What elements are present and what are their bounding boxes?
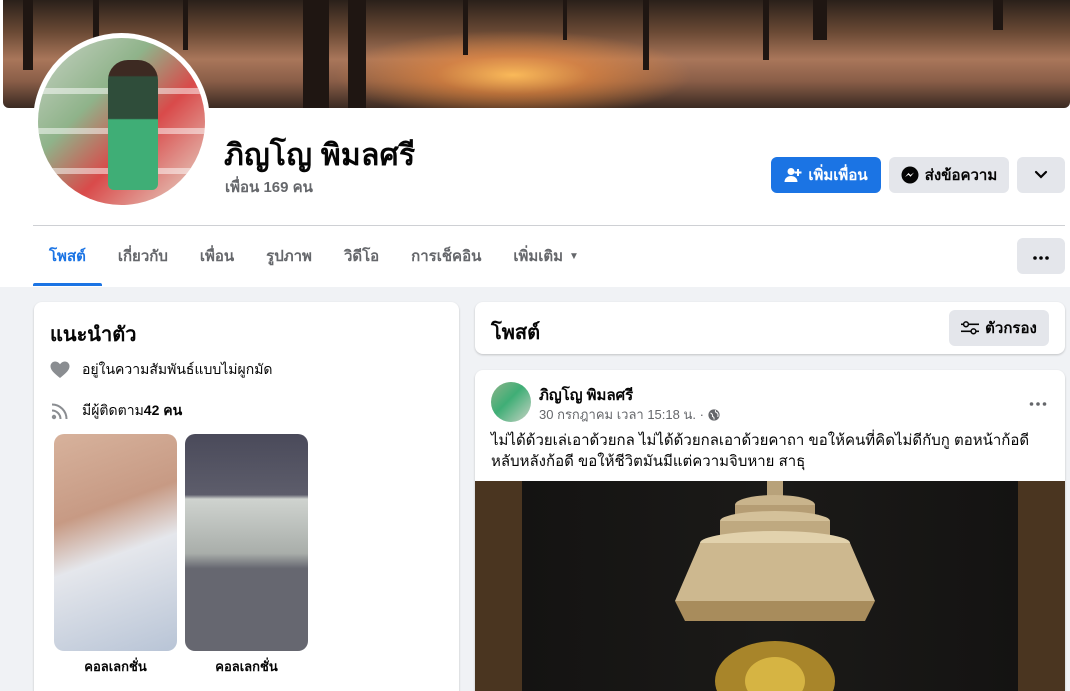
tab-friends[interactable]: เพื่อน [184,226,250,286]
relationship-status: อยู่ในความสัมพันธ์แบบไม่ผูกมัด [82,361,273,377]
post-image[interactable] [475,481,1065,691]
post-author-avatar[interactable] [491,382,531,422]
featured-collection-2[interactable] [185,434,308,651]
filter-button[interactable]: ตัวกรอง [949,310,1049,346]
message-button[interactable]: ส่งข้อความ [889,157,1009,193]
posts-title: โพสต์ [491,322,541,344]
tab-more[interactable]: เพิ่มเติม ▼ [497,226,595,286]
collection-label: คอลเลกชั่น [215,659,278,674]
followers-row: มีผู้ติดตาม 42 คน [50,400,182,422]
messenger-icon [901,166,919,184]
filter-label: ตัวกรอง [985,320,1037,337]
post-text: ไม่ได้ด้วยเล่เอาด้วยกล ไม่ได้ด้วยกลเอาด้… [491,432,1030,470]
profile-avatar[interactable] [33,33,210,210]
tab-about[interactable]: เกี่ยวกับ [102,226,184,286]
post-meta: 30 กรกฎาคม เวลา 15:18 น. · [539,404,720,425]
ellipsis-icon [1029,390,1047,410]
message-label: ส่งข้อความ [924,167,998,184]
add-friend-label: เพิ่มเพื่อน [808,167,868,184]
profile-header: ภิญโญ พิมลศรี เพื่อน 169 คน เพิ่มเพื่อน … [0,0,1070,287]
tab-photos[interactable]: รูปภาพ [250,226,328,286]
person-plus-icon [784,167,802,183]
featured-collection-1[interactable] [54,434,177,651]
tab-checkins[interactable]: การเช็คอิน [395,226,497,286]
profile-more-button[interactable] [1017,157,1065,193]
caret-down-icon: ▼ [569,250,579,262]
posts-header: โพสต์ ตัวกรอง [475,302,1065,354]
globe-icon[interactable] [708,408,720,421]
tab-posts[interactable]: โพสต์ [33,226,102,286]
profile-tabs: โพสต์ เกี่ยวกับ เพื่อน รูปภาพ วิดีโอ การ… [33,226,595,286]
relationship-row: อยู่ในความสัมพันธ์แบบไม่ผูกมัด [50,359,273,381]
collection-label: คอลเลกชั่น [84,659,147,674]
tab-menu-button[interactable] [1017,238,1065,274]
intro-title: แนะนำตัว [50,324,137,346]
intro-card: แนะนำตัว อยู่ในความสัมพันธ์แบบไม่ผูกมัด … [34,302,459,691]
profile-name: ภิญโญ พิมลศรี [224,139,416,172]
chevron-down-icon [1034,167,1048,184]
post-card: ภิญโญ พิมลศรี 30 กรกฎาคม เวลา 15:18 น. ·… [475,370,1065,691]
sliders-icon [961,321,980,335]
add-friend-button[interactable]: เพิ่มเพื่อน [771,157,881,193]
followers-prefix: มีผู้ติดตาม [82,402,144,418]
rss-icon [50,401,70,421]
post-timestamp[interactable]: 30 กรกฎาคม เวลา 15:18 น. · [539,404,704,425]
heart-icon [50,360,70,380]
ellipsis-icon [1033,247,1049,265]
tab-videos[interactable]: วิดีโอ [328,226,395,286]
post-menu-button[interactable] [1029,390,1047,411]
avatar [38,38,205,205]
followers-count[interactable]: 42 คน [144,400,182,422]
stupa-image [675,481,875,691]
friends-count[interactable]: เพื่อน 169 คน [225,175,313,199]
